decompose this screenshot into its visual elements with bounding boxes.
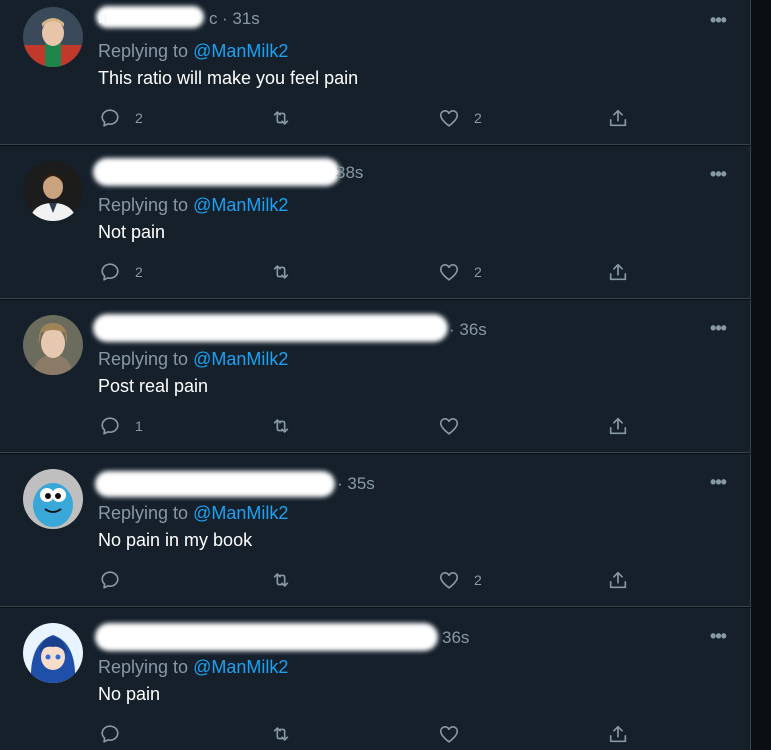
handle-fragment-tail: c <box>209 9 218 28</box>
more-icon[interactable]: ••• <box>706 165 730 183</box>
replying-label: Replying to <box>98 41 194 61</box>
redacted-name <box>93 314 448 342</box>
replying-label: Replying to <box>98 503 194 523</box>
retweet-icon <box>273 419 289 433</box>
mention-link[interactable]: @ManMilk2 <box>193 503 288 523</box>
avatar-image <box>23 315 83 375</box>
retweet-icon <box>273 573 289 587</box>
reply-icon <box>101 417 119 435</box>
more-icon[interactable]: ••• <box>706 627 730 645</box>
retweet-button[interactable] <box>270 723 306 745</box>
heart-icon <box>439 418 459 435</box>
reply-feed: n c · 31s Replying to @ManMilk2 This rat… <box>0 0 771 750</box>
avatar-image <box>23 623 83 683</box>
replying-to: Replying to @ManMilk2 <box>98 195 288 216</box>
like-button[interactable]: 2 <box>438 261 482 283</box>
redacted-name <box>95 471 335 497</box>
reply-button[interactable] <box>99 569 135 591</box>
redacted-name <box>95 623 438 651</box>
like-count: 2 <box>474 572 482 588</box>
reply-icon <box>101 263 119 281</box>
heart-icon <box>439 726 459 743</box>
tweet-reply[interactable]: · 35s Replying to @ManMilk2 No pain in m… <box>0 454 751 607</box>
share-button[interactable] <box>607 107 629 129</box>
reply-icon <box>101 109 119 127</box>
more-icon[interactable]: ••• <box>706 319 730 337</box>
reply-icon <box>101 571 119 589</box>
avatar[interactable] <box>23 315 83 375</box>
reply-count: 2 <box>135 264 143 280</box>
share-icon <box>609 571 627 589</box>
avatar[interactable] <box>23 161 83 221</box>
like-button[interactable]: 2 <box>438 107 482 129</box>
like-button[interactable] <box>438 723 474 745</box>
tweet-text: No pain in my book <box>98 530 253 550</box>
replying-to: Replying to @ManMilk2 <box>98 41 288 62</box>
avatar[interactable] <box>23 469 83 529</box>
reply-button[interactable]: 1 <box>99 415 143 437</box>
redacted-name <box>93 158 340 186</box>
replying-label: Replying to <box>98 657 194 677</box>
share-icon <box>609 109 627 127</box>
share-icon <box>609 263 627 281</box>
tweet-text: No pain <box>98 684 161 704</box>
replying-to: Replying to @ManMilk2 <box>98 349 288 370</box>
reply-button[interactable]: 2 <box>99 107 143 129</box>
retweet-button[interactable] <box>270 569 306 591</box>
tweet-text: Not pain <box>98 222 166 242</box>
mention-link[interactable]: @ManMilk2 <box>193 349 288 369</box>
avatar[interactable] <box>23 623 83 683</box>
replying-label: Replying to <box>98 349 194 369</box>
reply-icon <box>101 725 119 743</box>
avatar-image <box>23 7 83 67</box>
heart-icon <box>439 572 459 589</box>
avatar-image <box>23 161 83 221</box>
tweet-time[interactable]: · 36s <box>449 320 487 340</box>
mention-link[interactable]: @ManMilk2 <box>193 657 288 677</box>
replying-to: Replying to @ManMilk2 <box>98 657 288 678</box>
more-icon[interactable]: ••• <box>706 473 730 491</box>
more-icon[interactable]: ••• <box>706 11 730 29</box>
like-count: 2 <box>474 110 482 126</box>
share-button[interactable] <box>607 261 629 283</box>
retweet-button[interactable] <box>270 415 306 437</box>
reply-button[interactable]: 2 <box>99 261 143 283</box>
avatar[interactable] <box>23 7 83 67</box>
replying-label: Replying to <box>98 195 194 215</box>
reply-count: 1 <box>135 418 143 434</box>
retweet-button[interactable] <box>270 261 306 283</box>
handle-fragment: n <box>98 10 108 27</box>
tweet-time[interactable]: 38s <box>336 163 363 183</box>
replying-to: Replying to @ManMilk2 <box>98 503 288 524</box>
tweet-reply[interactable]: 36s Replying to @ManMilk2 No pain ••• <box>0 608 751 750</box>
reply-count: 2 <box>135 110 143 126</box>
tweet-text: This ratio will make you feel pain <box>98 68 359 88</box>
tweet-reply[interactable]: 38s Replying to @ManMilk2 Not pain ••• 2… <box>0 146 751 299</box>
tweet-time[interactable]: · 35s <box>337 474 375 494</box>
mention-link[interactable]: @ManMilk2 <box>193 195 288 215</box>
share-icon <box>609 417 627 435</box>
redacted-name <box>96 6 204 28</box>
tweet-time[interactable]: 36s <box>442 628 469 648</box>
tweet-reply[interactable]: n c · 31s Replying to @ManMilk2 This rat… <box>0 0 751 145</box>
retweet-icon <box>273 111 289 125</box>
share-button[interactable] <box>607 569 629 591</box>
avatar-image <box>23 469 83 529</box>
tweet-reply[interactable]: · 36s Replying to @ManMilk2 Post real pa… <box>0 300 751 453</box>
tweet-time[interactable]: · 31s <box>222 9 260 29</box>
heart-icon <box>439 264 459 281</box>
heart-icon <box>439 110 459 127</box>
share-button[interactable] <box>607 723 629 745</box>
mention-link[interactable]: @ManMilk2 <box>193 41 288 61</box>
retweet-icon <box>273 265 289 279</box>
like-button[interactable] <box>438 415 474 437</box>
reply-button[interactable] <box>99 723 135 745</box>
retweet-button[interactable] <box>270 107 306 129</box>
retweet-icon <box>273 727 289 741</box>
share-icon <box>609 725 627 743</box>
share-button[interactable] <box>607 415 629 437</box>
like-button[interactable]: 2 <box>438 569 482 591</box>
like-count: 2 <box>474 264 482 280</box>
tweet-text: Post real pain <box>98 376 209 396</box>
